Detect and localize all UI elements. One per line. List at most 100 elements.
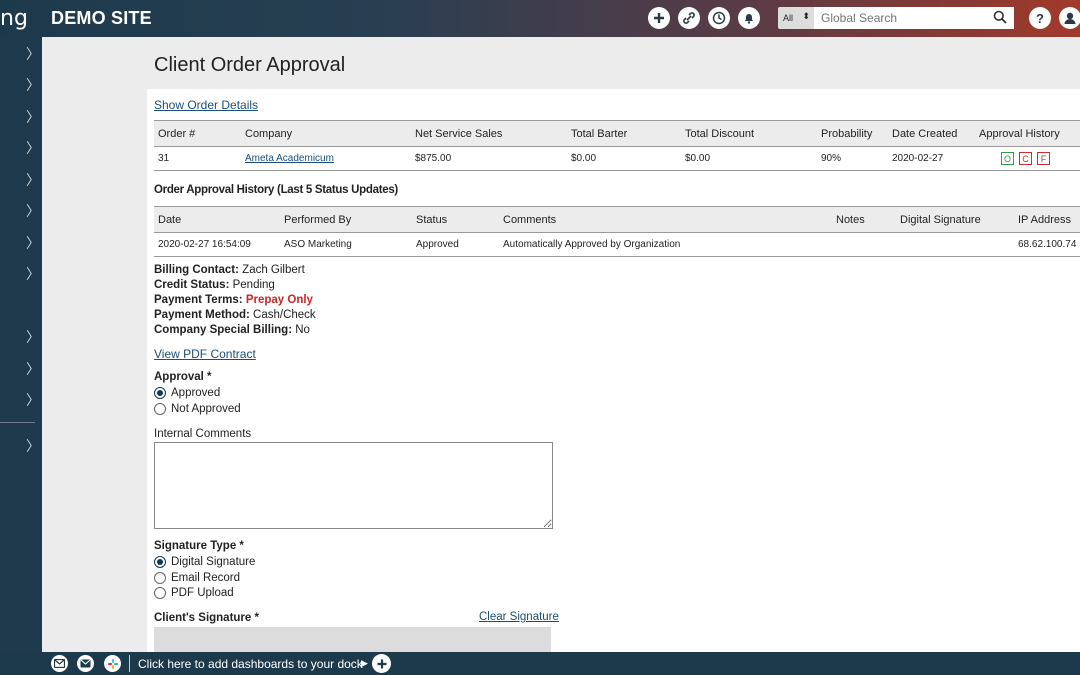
email-record-radio[interactable] — [154, 572, 166, 584]
payment-terms-line: Payment Terms: Prepay Only — [154, 294, 313, 306]
site-title[interactable]: DEMO SITE — [51, 8, 152, 29]
col-company[interactable]: Company — [241, 120, 411, 147]
sidebar-item-2[interactable]: 〉 — [26, 75, 40, 95]
col-comments[interactable]: Comments — [499, 206, 832, 233]
credit-status-value: Pending — [232, 279, 275, 291]
special-billing-label: Company Special Billing: — [154, 324, 293, 336]
approval-badge-c[interactable]: C — [1019, 152, 1032, 165]
payment-method-value: Cash/Check — [253, 309, 316, 321]
sidebar-item-10[interactable]: 〉 — [26, 359, 40, 379]
total-barter-cell: $0.00 — [567, 146, 681, 171]
add-dashboard-plus-icon[interactable] — [372, 654, 391, 673]
col-notes[interactable]: Notes — [832, 206, 896, 233]
col-digital-signature[interactable]: Digital Signature — [896, 206, 1014, 233]
not-approved-radio[interactable] — [154, 403, 166, 415]
col-approval-history[interactable]: Approval History — [975, 120, 1080, 147]
add-dashboards-prompt[interactable]: Click here to add dashboards to your doc… — [138, 657, 363, 671]
net-service-sales-cell: $875.00 — [411, 146, 567, 171]
sidebar-item-7[interactable]: 〉 — [26, 233, 40, 253]
content-panel — [147, 89, 1080, 652]
payment-terms-label: Payment Terms: — [154, 294, 243, 306]
payment-terms-value: Prepay Only — [245, 294, 313, 306]
caret-right-icon: ▶ — [361, 658, 368, 668]
history-ip-cell: 68.62.100.74 — [1014, 232, 1080, 257]
pdf-upload-radio[interactable] — [154, 587, 166, 599]
col-status[interactable]: Status — [412, 206, 499, 233]
col-ip-address[interactable]: IP Address — [1014, 206, 1080, 233]
approved-radio-label[interactable]: Approved — [171, 387, 220, 399]
search-icon[interactable] — [993, 10, 1007, 24]
slack-icon[interactable] — [104, 655, 121, 672]
logo[interactable]: ng — [0, 6, 28, 31]
link-icon[interactable] — [678, 7, 700, 29]
clear-signature-link[interactable]: Clear Signature — [479, 611, 559, 623]
internal-comments-label: Internal Comments — [154, 428, 252, 440]
col-performed-by[interactable]: Performed By — [280, 206, 412, 233]
bottom-dock: Click here to add dashboards to your doc… — [0, 652, 1080, 675]
sidebar-item-8[interactable]: 〉 — [26, 264, 40, 284]
help-label: ? — [1036, 10, 1044, 26]
total-discount-cell: $0.00 — [681, 146, 817, 171]
history-performed-by-cell: ASO Marketing — [280, 232, 412, 257]
billing-contact-value: Zach Gilbert — [242, 264, 305, 276]
signature-type-label: Signature Type * — [154, 540, 244, 552]
search-scope-label: All — [783, 13, 794, 23]
user-avatar-icon[interactable] — [1059, 7, 1080, 29]
sidebar-item-12[interactable]: 〉 — [26, 436, 40, 456]
credit-status-label: Credit Status: — [154, 279, 230, 291]
internal-comments-textarea[interactable] — [154, 442, 553, 529]
col-total-discount[interactable]: Total Discount — [681, 120, 817, 147]
mail-icon[interactable] — [51, 655, 68, 672]
email-circle-icon[interactable] — [77, 655, 94, 672]
sidebar-item-11[interactable]: 〉 — [26, 390, 40, 410]
date-created-cell: 2020-02-27 — [888, 146, 975, 171]
history-signature-cell — [896, 232, 1014, 257]
help-icon[interactable]: ? — [1029, 7, 1051, 29]
view-pdf-contract-link[interactable]: View PDF Contract — [154, 347, 256, 361]
digital-signature-radio[interactable] — [154, 556, 166, 568]
page-title: Client Order Approval — [154, 54, 346, 76]
pdf-upload-radio-label[interactable]: PDF Upload — [171, 587, 234, 599]
col-net-service-sales[interactable]: Net Service Sales — [411, 120, 567, 147]
clock-icon[interactable] — [708, 7, 730, 29]
plus-icon[interactable] — [648, 7, 670, 29]
special-billing-value: No — [295, 324, 310, 336]
table-header-row: Order # Company Net Service Sales Total … — [154, 120, 1080, 147]
sidebar-item-9[interactable]: 〉 — [26, 327, 40, 347]
col-order-no[interactable]: Order # — [154, 120, 241, 147]
sidebar: 〉 〉 〉 〉 〉 〉 〉 〉 〉 〉 〉 〉 — [0, 37, 42, 652]
billing-contact-label: Billing Contact: — [154, 264, 239, 276]
top-bar: ng DEMO SITE All ⬍ ? — [0, 0, 1080, 37]
sidebar-item-4[interactable]: 〉 — [26, 138, 40, 158]
bell-icon[interactable] — [738, 7, 760, 29]
show-order-details-link[interactable]: Show Order Details — [154, 98, 258, 112]
order-table: Order # Company Net Service Sales Total … — [154, 120, 1080, 171]
sidebar-item-6[interactable]: 〉 — [26, 201, 40, 221]
approval-history-cell: OCF — [975, 146, 1080, 171]
col-total-barter[interactable]: Total Barter — [567, 120, 681, 147]
special-billing-line: Company Special Billing: No — [154, 324, 310, 336]
approval-label: Approval * — [154, 371, 212, 383]
global-search-input[interactable] — [814, 7, 1014, 29]
col-probability[interactable]: Probability — [817, 120, 888, 147]
email-record-radio-label[interactable]: Email Record — [171, 572, 240, 584]
search-scope-select[interactable]: All ⬍ — [778, 7, 814, 29]
approval-badge-f[interactable]: F — [1037, 152, 1050, 165]
sidebar-item-1[interactable]: 〉 — [26, 44, 40, 64]
history-notes-cell — [832, 232, 896, 257]
history-comments-cell: Automatically Approved by Organization — [499, 232, 832, 257]
history-date-cell: 2020-02-27 16:54:09 — [154, 232, 280, 257]
order-no-cell: 31 — [154, 146, 241, 171]
company-link[interactable]: Ameta Academicum — [245, 153, 334, 164]
probability-cell: 90% — [817, 146, 888, 171]
col-date[interactable]: Date — [154, 206, 280, 233]
sidebar-divider — [0, 422, 35, 423]
sidebar-item-5[interactable]: 〉 — [26, 170, 40, 190]
sidebar-item-3[interactable]: 〉 — [26, 107, 40, 127]
approved-radio[interactable] — [154, 387, 166, 399]
signature-pad[interactable] — [154, 627, 551, 652]
digital-signature-radio-label[interactable]: Digital Signature — [171, 556, 255, 568]
col-date-created[interactable]: Date Created — [888, 120, 975, 147]
approval-badge-o[interactable]: O — [1001, 152, 1014, 165]
not-approved-radio-label[interactable]: Not Approved — [171, 403, 241, 415]
